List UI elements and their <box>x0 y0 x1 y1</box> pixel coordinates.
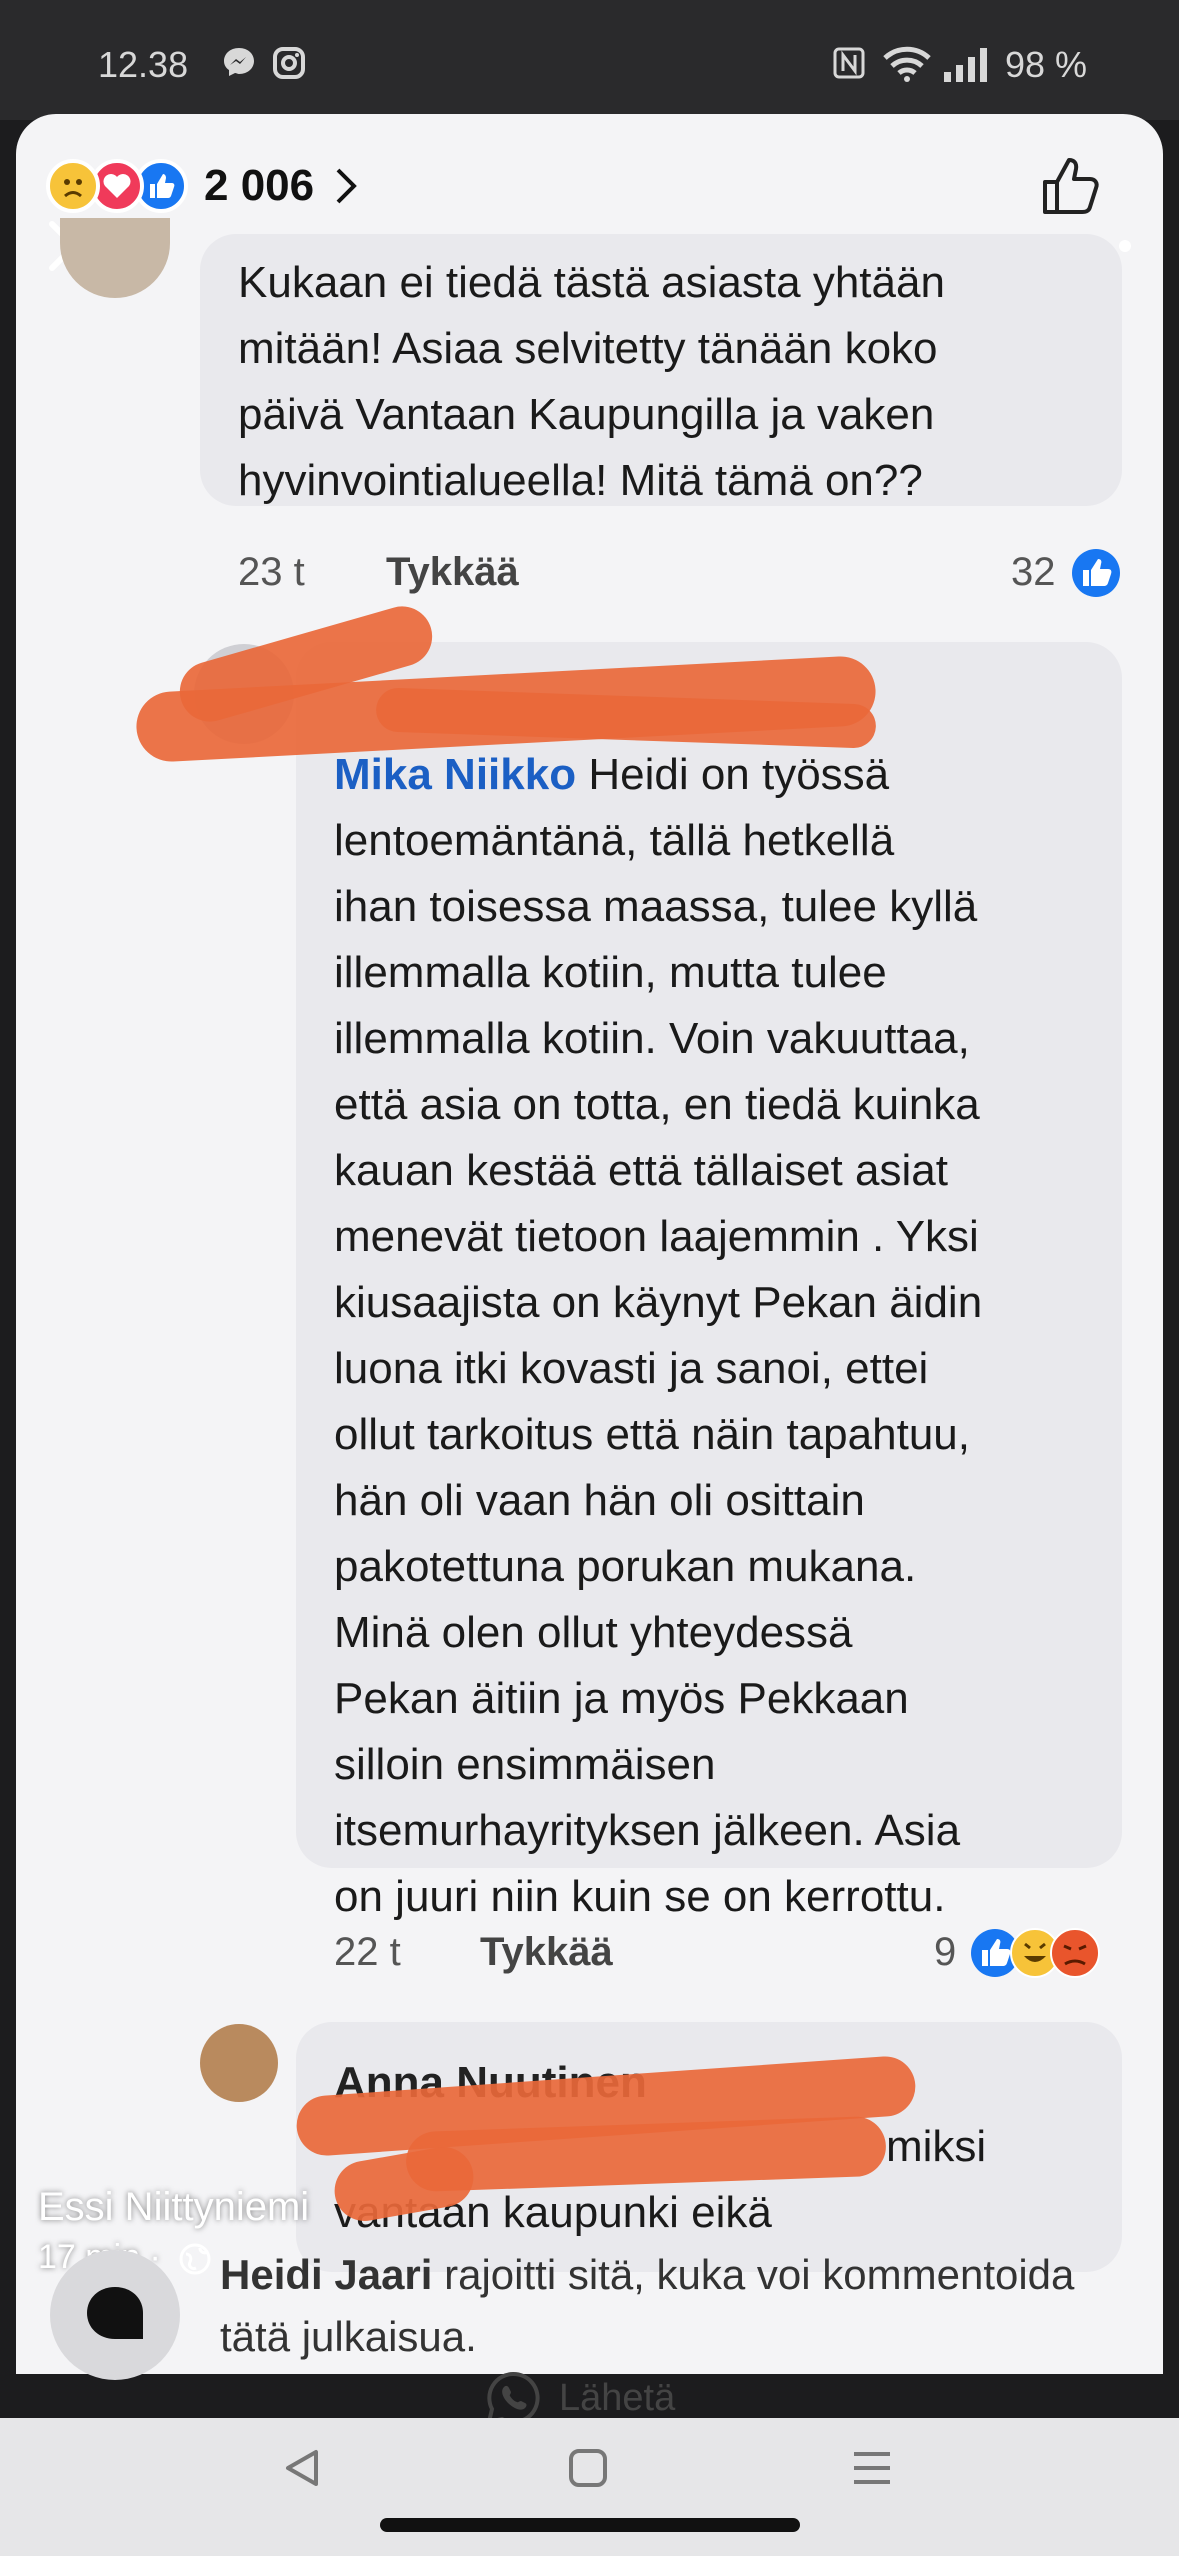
signal-icon <box>944 48 987 82</box>
back-icon[interactable] <box>280 2446 324 2490</box>
avatar[interactable] <box>200 2024 278 2102</box>
comment-button[interactable] <box>50 2250 180 2380</box>
comment-text: Mika Niikko Heidi on työssä lentoemäntän… <box>334 742 1094 1930</box>
mentioned-user-link[interactable]: Mika Niikko <box>334 750 576 799</box>
reaction-count: 2 006 <box>204 161 315 210</box>
nfc-icon <box>833 47 865 79</box>
sad-reaction-icon <box>46 159 100 213</box>
comment-age: 23 t <box>238 550 305 594</box>
like-reaction-icon <box>1072 549 1120 597</box>
like-comment-button[interactable]: Tykkää <box>386 550 519 595</box>
comment-reaction-count: 32 <box>1011 550 1056 594</box>
chevron-right-icon <box>336 168 357 204</box>
home-indicator[interactable] <box>380 2518 800 2532</box>
status-time: 12.38 <box>98 44 189 85</box>
comment-icon <box>87 2287 143 2339</box>
send-label: Lähetä <box>559 2376 676 2419</box>
comment-text: Kukaan ei tiedä tästä asiasta yhtään mit… <box>238 258 945 505</box>
comment-reaction-count: 9 <box>934 1930 957 1974</box>
reaction-icons <box>971 1928 1100 1978</box>
comment-body: Heidi on työssä lentoemäntänä, tällä het… <box>334 750 983 1921</box>
instagram-icon <box>273 47 305 79</box>
recent-apps-icon[interactable] <box>850 2446 894 2490</box>
comment-age: 22 t <box>334 1930 401 1974</box>
like-comment-label: Tykkää <box>480 1930 613 1974</box>
poster-name[interactable]: Essi Niittyniemi <box>38 2185 309 2230</box>
avatar[interactable] <box>60 218 170 298</box>
status-bar: 12.38 98 % <box>0 0 1179 120</box>
wifi-icon <box>883 46 931 82</box>
comments-sheet: 2 006 Kukaan ei tiedä tästä asiasta yhtä… <box>16 114 1163 2374</box>
comment-bubble: Kukaan ei tiedä tästä asiasta yhtään mit… <box>200 234 1122 506</box>
like-icon[interactable] <box>1039 154 1103 218</box>
comment-bubble: Mika Niikko Heidi on työssä lentoemäntän… <box>296 642 1122 1921</box>
globe-icon <box>179 2243 211 2275</box>
navigation-bar <box>0 2418 1179 2556</box>
reactions-summary[interactable]: 2 006 <box>46 158 358 214</box>
restricting-user[interactable]: Heidi Jaari <box>220 2251 432 2298</box>
comment-text-fragment: miksi <box>886 2122 987 2171</box>
home-icon[interactable] <box>566 2446 610 2490</box>
like-comment-button[interactable]: Tykkää <box>480 1930 613 1975</box>
comment-restriction-notice: Heidi Jaari rajoitti sitä, kuka voi komm… <box>220 2244 1080 2368</box>
like-comment-label: Tykkää <box>386 550 519 594</box>
messenger-icon <box>224 48 254 76</box>
battery-level: 98 % <box>1004 44 1087 85</box>
